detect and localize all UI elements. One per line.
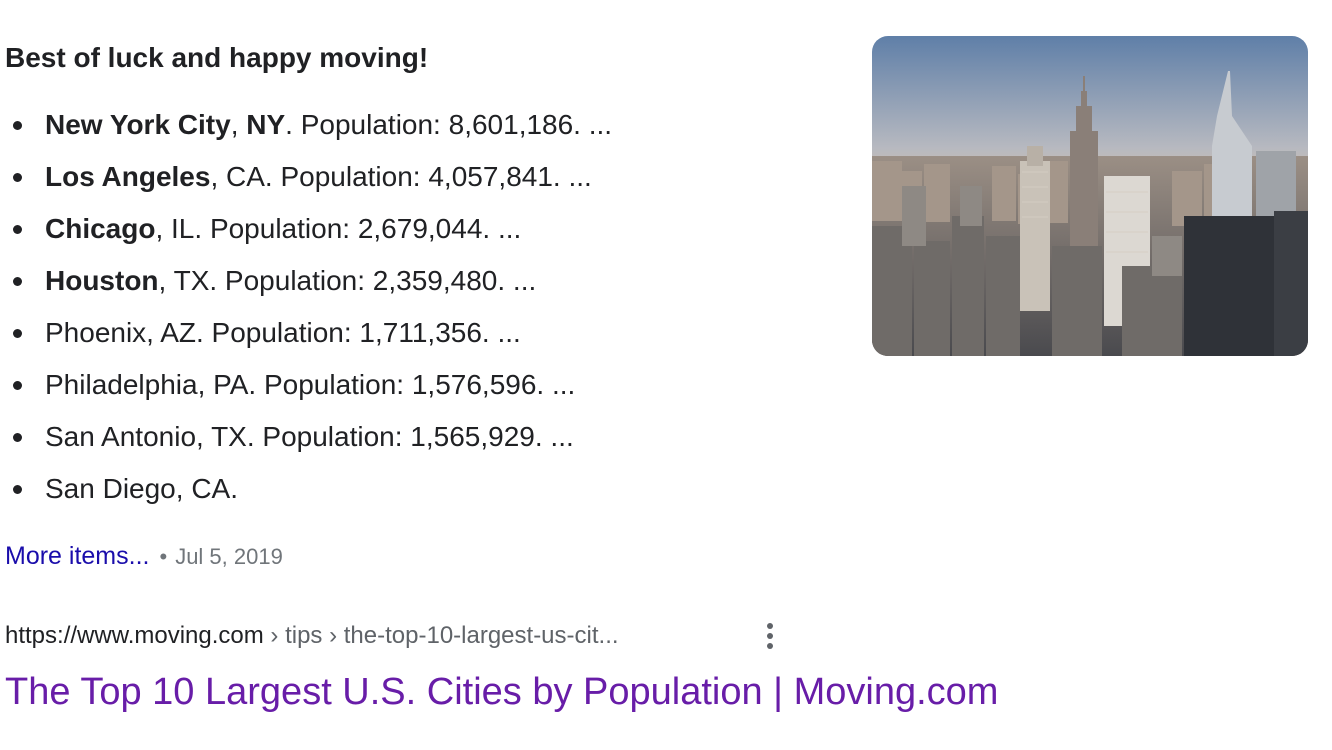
list-item-text: , xyxy=(230,109,247,140)
more-vert-icon[interactable] xyxy=(760,620,780,652)
list-item-text: . Population: 8,601,186. ... xyxy=(285,109,613,140)
bullet-icon xyxy=(13,277,22,286)
list-item-bold-text: Los Angeles xyxy=(45,161,211,192)
bullet-icon xyxy=(13,485,22,494)
list-item-text: Philadelphia, PA. Population: 1,576,596.… xyxy=(45,369,576,400)
bullet-icon xyxy=(13,173,22,182)
list-item: Los Angeles, CA. Population: 4,057,841. … xyxy=(0,153,612,205)
list-item-bold-text: New York City xyxy=(45,109,231,140)
separator-dot: • xyxy=(159,544,168,569)
city-skyline-image[interactable] xyxy=(872,36,1308,356)
bullet-icon xyxy=(13,381,22,390)
bullet-icon xyxy=(13,225,22,234)
snippet-heading: Best of luck and happy moving! xyxy=(5,42,429,73)
list-item-bold-text: NY xyxy=(246,109,286,140)
list-item: New York City, NY. Population: 8,601,186… xyxy=(0,101,612,153)
url-breadcrumb: › tips › the-top-10-largest-us-cit... xyxy=(263,622,619,649)
list-item: Houston, TX. Population: 2,359,480. ... xyxy=(0,257,612,309)
result-url[interactable]: https://www.moving.com › tips › the-top-… xyxy=(5,618,619,654)
list-item-text: Phoenix, AZ. Population: 1,711,356. ... xyxy=(45,317,521,348)
list-item-bold-text: Chicago xyxy=(45,213,156,244)
more-items-link[interactable]: More items... xyxy=(5,542,149,570)
list-item: San Antonio, TX. Population: 1,565,929. … xyxy=(0,413,612,465)
list-item: Philadelphia, PA. Population: 1,576,596.… xyxy=(0,361,612,413)
list-item: Chicago, IL. Population: 2,679,044. ... xyxy=(0,205,612,257)
list-item-text: San Diego, CA. xyxy=(45,473,238,504)
list-item-text: San Antonio, TX. Population: 1,565,929. … xyxy=(45,421,574,452)
list-item-text: , CA. Population: 4,057,841. ... xyxy=(210,161,592,192)
list-item-text: , IL. Population: 2,679,044. ... xyxy=(155,213,522,244)
city-list: New York City, NY. Population: 8,601,186… xyxy=(0,101,612,517)
bullet-icon xyxy=(13,329,22,338)
bullet-icon xyxy=(13,433,22,442)
list-item: San Diego, CA. xyxy=(0,465,612,517)
bullet-icon xyxy=(13,121,22,130)
snippet-date: Jul 5, 2019 xyxy=(175,544,283,569)
list-item-text: , TX. Population: 2,359,480. ... xyxy=(158,265,537,296)
url-host: https://www.moving.com xyxy=(5,622,264,649)
more-items-row: More items... • Jul 5, 2019 xyxy=(5,536,283,576)
list-item: Phoenix, AZ. Population: 1,711,356. ... xyxy=(0,309,612,361)
list-item-bold-text: Houston xyxy=(45,265,159,296)
result-title-link[interactable]: The Top 10 Largest U.S. Cities by Popula… xyxy=(5,666,998,718)
